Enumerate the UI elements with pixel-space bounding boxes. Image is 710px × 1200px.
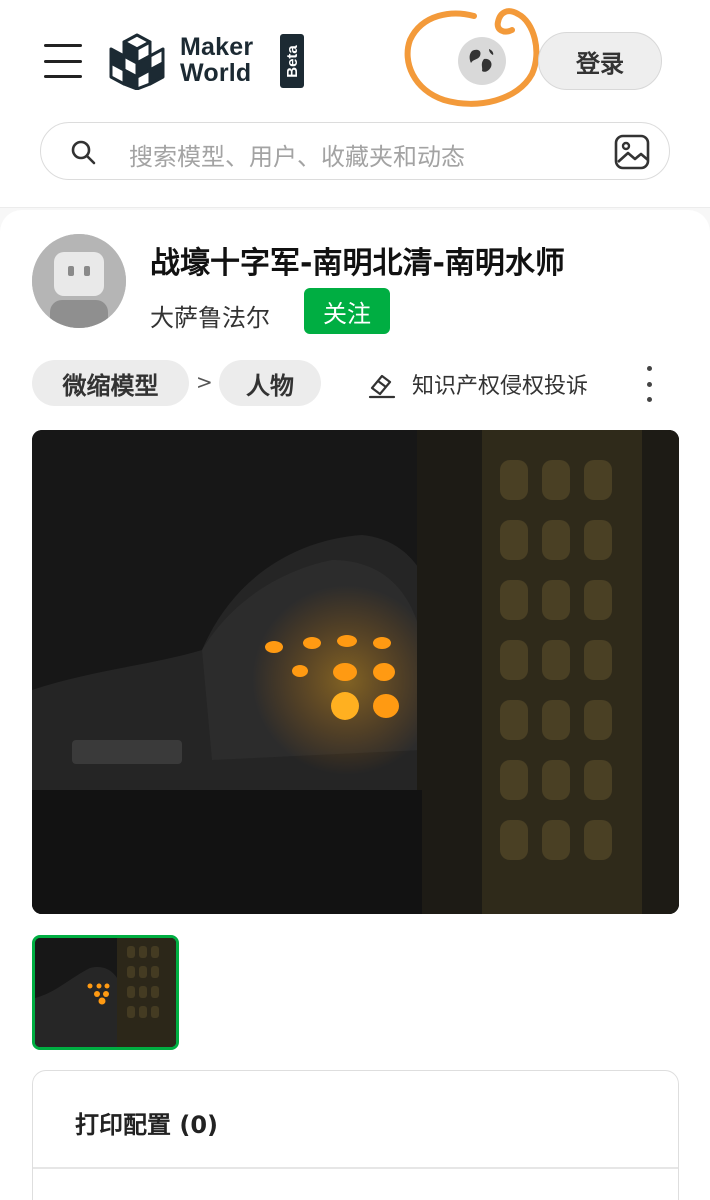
report-link[interactable]: 知识产权侵权投诉	[366, 362, 588, 406]
logo-wordmark: Maker World	[180, 34, 253, 86]
report-label: 知识产权侵权投诉	[412, 374, 589, 399]
breadcrumb-separator: >	[196, 370, 213, 394]
search-input[interactable]: 搜索模型、用户、收藏夹和动态	[129, 137, 465, 172]
avatar[interactable]	[32, 234, 126, 328]
logo-line-2: World	[180, 59, 252, 87]
breadcrumb-category[interactable]: 微缩模型	[32, 360, 189, 406]
logo-icon	[109, 33, 165, 90]
more-icon[interactable]	[640, 366, 658, 402]
divider	[33, 1167, 678, 1169]
logo-line-1: Maker	[180, 33, 254, 61]
beta-badge: Beta	[280, 34, 304, 88]
model-card: 战壕十字军-南明北清-南明水师 大萨鲁法尔 关注 微缩模型 > 人物 知识产权侵…	[0, 210, 710, 1200]
menu-icon[interactable]	[44, 42, 82, 80]
print-profiles-heading[interactable]: 打印配置 (0)	[75, 1105, 218, 1140]
author-name[interactable]: 大萨鲁法尔	[150, 298, 270, 333]
report-icon	[368, 374, 396, 399]
page: Maker World Beta 登录 搜索模型、用户、收藏夹和动态 战壕十字军…	[0, 0, 710, 1200]
model-title: 战壕十字军-南明北清-南明水师	[150, 246, 565, 281]
search-bar[interactable]: 搜索模型、用户、收藏夹和动态	[40, 122, 670, 180]
breadcrumb-subcategory[interactable]: 人物	[219, 360, 321, 406]
image-search-icon[interactable]	[613, 133, 651, 171]
globe-icon[interactable]	[458, 37, 506, 85]
print-profiles-panel: 打印配置 (0)	[32, 1070, 679, 1200]
login-button[interactable]: 登录	[538, 32, 662, 90]
top-bar: Maker World Beta 登录 搜索模型、用户、收藏夹和动态	[0, 0, 710, 208]
beta-badge-label: Beta	[283, 44, 301, 78]
search-icon	[71, 140, 96, 165]
thumbnail-selected[interactable]	[32, 935, 179, 1050]
follow-button[interactable]: 关注	[304, 288, 390, 334]
logo[interactable]: Maker World Beta	[108, 32, 308, 90]
model-image[interactable]	[32, 430, 679, 914]
